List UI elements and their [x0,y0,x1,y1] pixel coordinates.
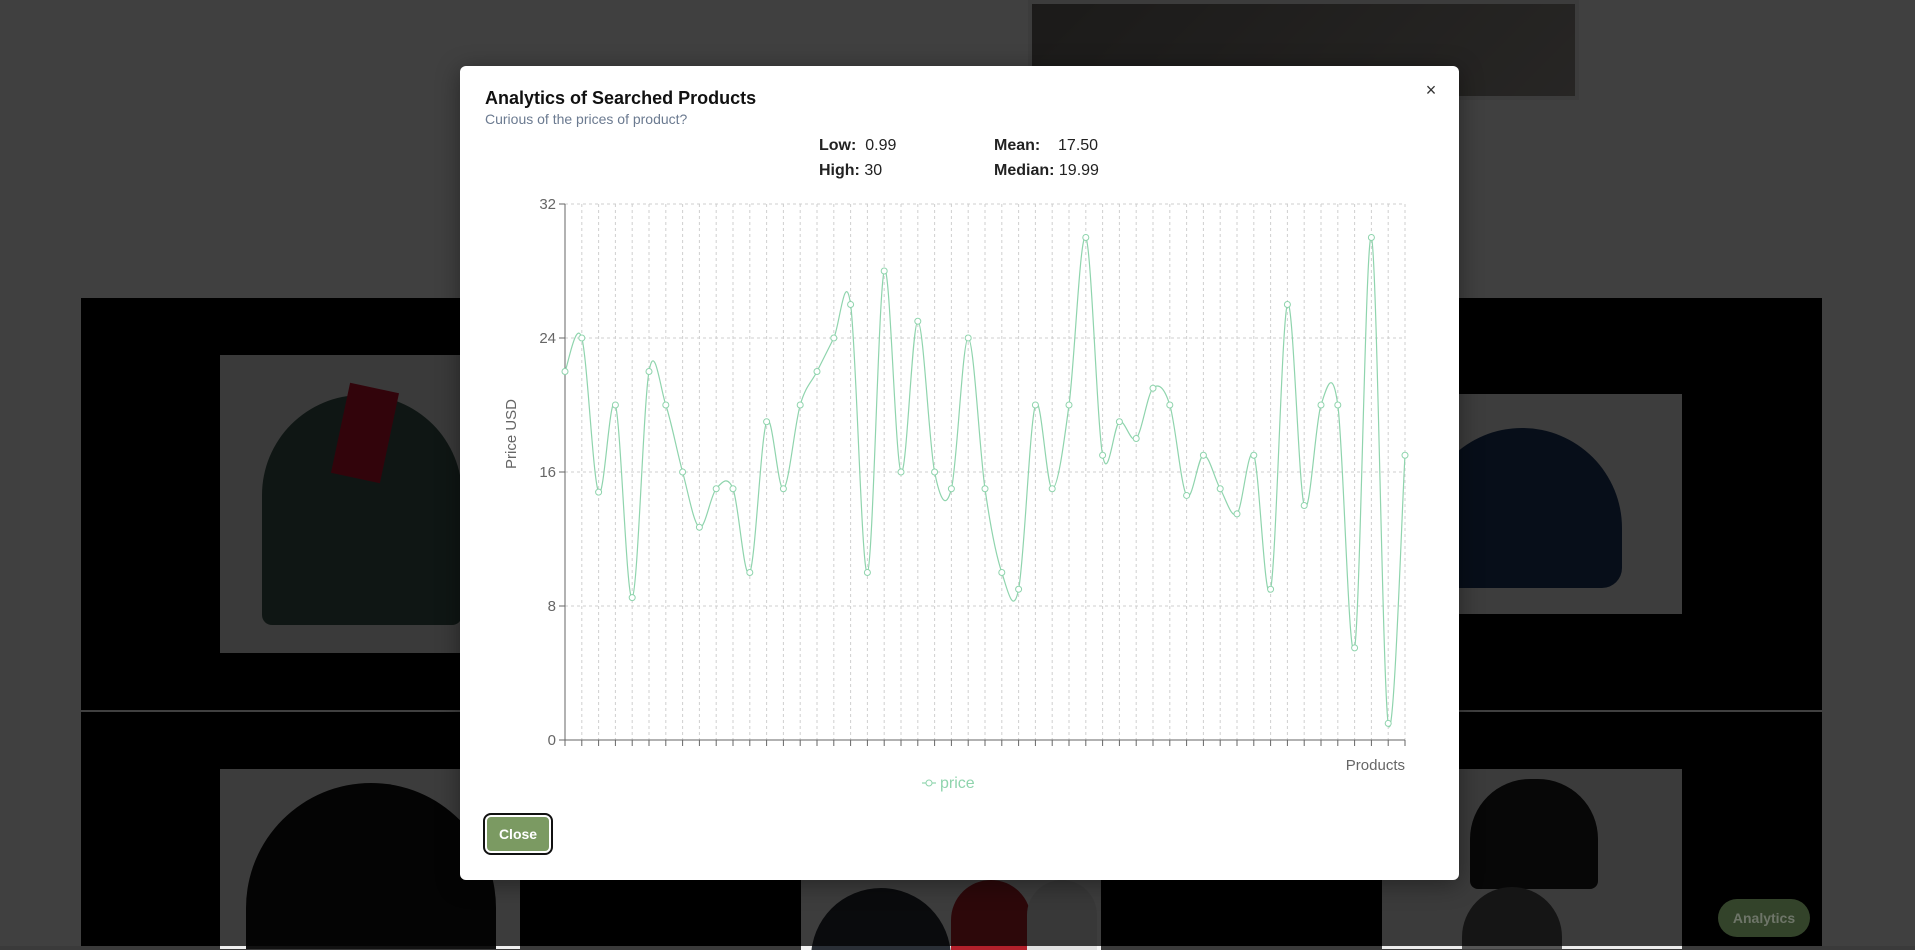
price-data-point [847,301,855,308]
price-data-point [611,401,619,409]
y-tick-label: 16 [539,464,556,481]
close-button[interactable]: Close [483,813,553,855]
price-data-point [1183,491,1191,499]
price-data-point [1115,418,1123,426]
y-tick-label: 24 [539,330,556,347]
price-data-point [561,368,569,375]
price-line-chart: 0 8 16 24 32 Price USD Products price [503,196,1409,792]
legend-label-price: price [940,775,975,792]
price-data-point [813,368,821,375]
price-data-point [1031,401,1039,409]
price-data-point [1334,401,1342,409]
price-data-point [1351,644,1359,652]
price-data-point [1015,585,1023,593]
price-data-point [1082,234,1090,241]
price-data-point [1166,401,1174,409]
price-data-point [1267,585,1275,593]
price-data-point [1065,401,1073,409]
price-data-point [981,485,989,493]
price-data-point [964,334,972,342]
price-data-point [947,485,955,493]
price-data-point [1283,301,1291,308]
price-data-point [1317,401,1325,409]
price-data-point [1099,451,1107,459]
price-data-point [695,523,703,531]
price-data-point [914,317,922,325]
price-data-point [1048,485,1056,493]
price-data-point [863,569,871,576]
chart-grid [564,203,1406,741]
price-data-point [746,569,754,576]
price-data-point [1233,510,1241,518]
price-data-point [796,401,804,409]
price-data-point [880,267,888,275]
analytics-button[interactable]: Analytics [1718,899,1810,937]
x-axis-label: Products [1346,757,1405,774]
price-data-point [595,488,603,496]
price-data-point [931,468,939,476]
y-tick-label: 8 [548,598,556,615]
y-tick-label: 0 [548,732,556,749]
price-data-point [1384,719,1392,727]
price-data-point [1300,502,1308,509]
price-data-point [1401,451,1409,459]
price-data-point [1250,451,1258,459]
price-data-point [897,468,905,476]
price-data-point [628,594,636,602]
price-data-point [645,368,653,375]
price-data-point [712,485,720,493]
price-data-point [1132,435,1140,442]
price-data-point [1149,384,1157,392]
price-data-point [679,468,687,476]
price-data-point [729,485,737,493]
price-data-point [662,401,670,409]
analytics-modal: Analytics of Searched Products Curious o… [460,66,1459,880]
y-tick-label: 32 [539,196,556,213]
price-data-point [1216,485,1224,493]
chart-legend: price [922,775,975,792]
price-data-point [779,485,787,493]
price-data-point [830,334,838,342]
price-data-point [763,418,771,426]
y-axis-label: Price USD [503,399,520,469]
price-data-point [578,334,586,342]
price-data-point [1199,451,1207,459]
price-data-point [1367,234,1375,241]
price-data-point [998,569,1006,576]
